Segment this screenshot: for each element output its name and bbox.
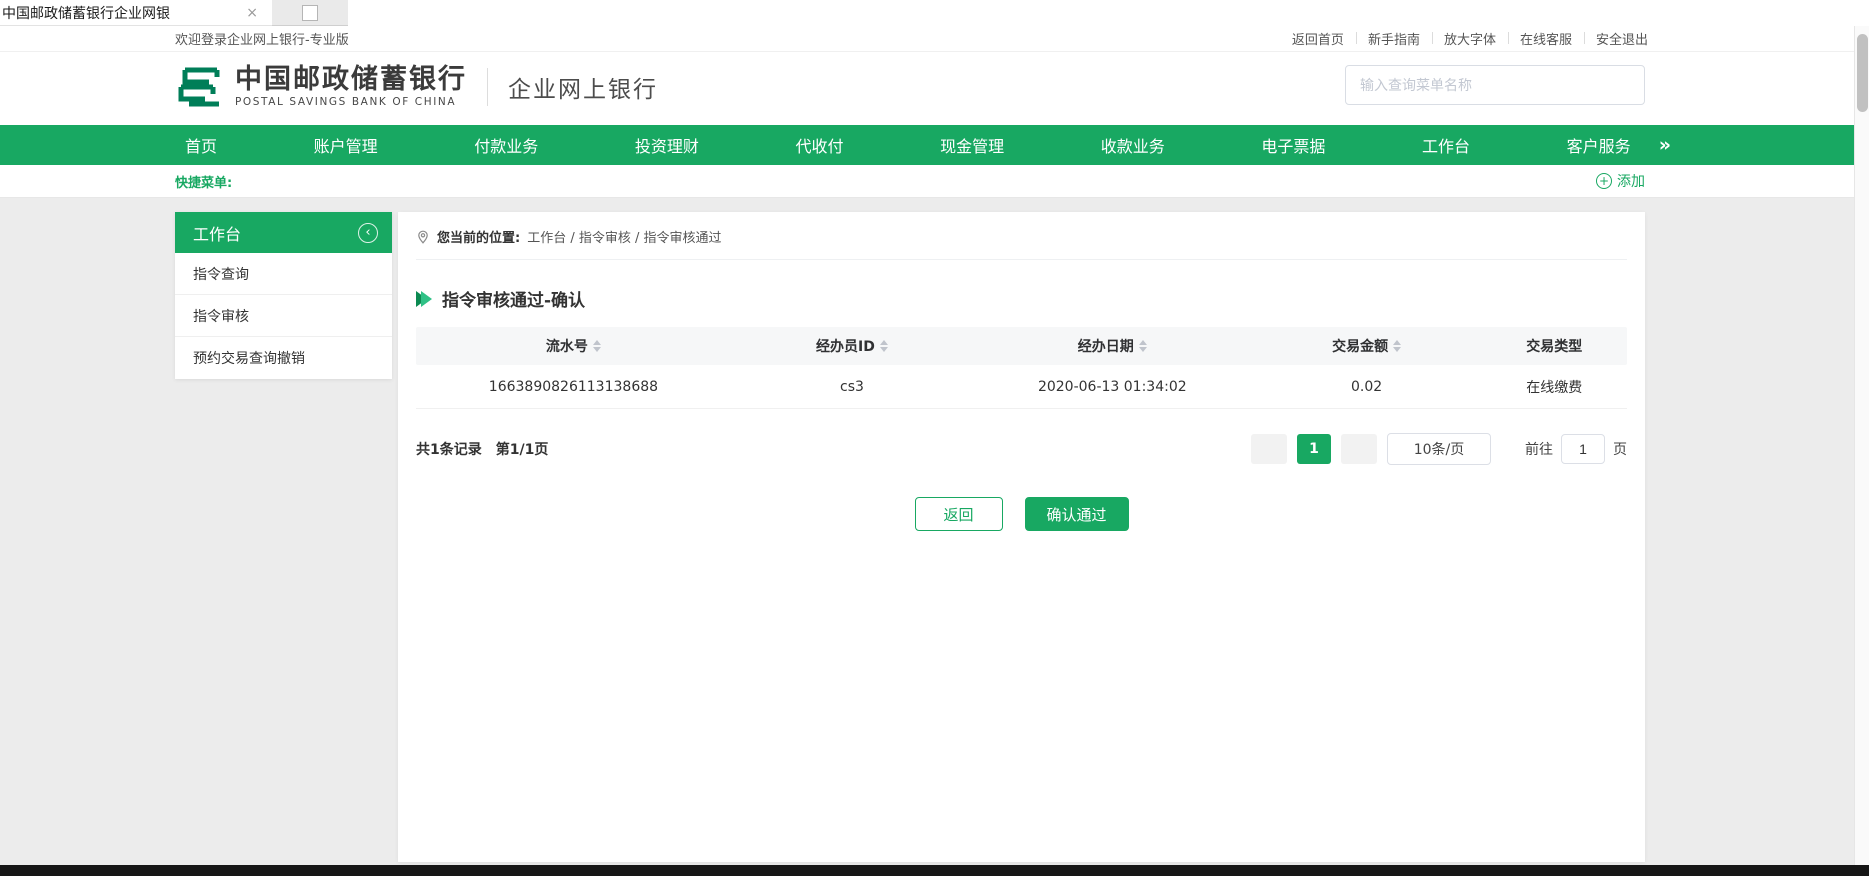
col-operator-id[interactable]: 经办员ID: [731, 336, 973, 356]
col-operate-date[interactable]: 经办日期: [973, 336, 1252, 356]
menu-search-input[interactable]: [1345, 65, 1645, 105]
nav-items: 首页 账户管理 付款业务 投资理财 代收付 现金管理 收款业务 电子票据 工作台…: [185, 133, 1631, 157]
sidebar-header-workbench[interactable]: 工作台 ‹: [175, 212, 392, 253]
page-size-select[interactable]: 10条/页: [1387, 433, 1491, 465]
nav-cash-management[interactable]: 现金管理: [940, 133, 1004, 157]
close-icon[interactable]: ×: [242, 5, 262, 21]
quick-menu-bar: 快捷菜单: + 添加: [0, 165, 1869, 198]
app-window: 中国邮政储蓄银行企业网银 × 欢迎登录企业网上银行-专业版 返回首页 新手指南 …: [0, 0, 1869, 876]
browser-tab[interactable]: 中国邮政储蓄银行企业网银 ×: [0, 0, 272, 26]
sidebar-item-instruction-review[interactable]: 指令审核: [175, 295, 392, 337]
nav-customer-service[interactable]: 客户服务: [1567, 133, 1631, 157]
sidebar-item-instruction-query[interactable]: 指令查询: [175, 253, 392, 295]
nav-payment-business[interactable]: 付款业务: [474, 133, 538, 157]
sort-icon[interactable]: [593, 340, 601, 352]
link-enlarge-font[interactable]: 放大字体: [1432, 29, 1508, 48]
sort-icon[interactable]: [880, 340, 888, 352]
breadcrumb: 您当前的位置: 工作台 / 指令审核 / 指令审核通过: [416, 212, 1627, 260]
nav-workbench[interactable]: 工作台: [1422, 133, 1470, 157]
prev-page-button[interactable]: [1251, 434, 1287, 464]
bank-names: 中国邮政储蓄银行 POSTAL SAVINGS BANK OF CHINA: [235, 66, 467, 108]
main-nav: 首页 账户管理 付款业务 投资理财 代收付 现金管理 收款业务 电子票据 工作台…: [0, 125, 1869, 165]
brand-divider: [487, 68, 488, 106]
link-online-service[interactable]: 在线客服: [1508, 29, 1584, 48]
table-row[interactable]: 1663890826113138688 cs3 2020-06-13 01:34…: [416, 365, 1627, 409]
record-count: 共1条记录: [416, 439, 482, 459]
link-beginner-guide[interactable]: 新手指南: [1356, 29, 1432, 48]
back-button[interactable]: 返回: [915, 497, 1003, 531]
page-number-current[interactable]: 1: [1297, 434, 1331, 464]
double-triangle-icon: [416, 291, 432, 307]
brand: 中国邮政储蓄银行 POSTAL SAVINGS BANK OF CHINA 企业…: [175, 62, 658, 112]
collapse-circle-icon[interactable]: ‹: [358, 223, 378, 243]
nav-investment[interactable]: 投资理财: [635, 133, 699, 157]
pagination: 1 10条/页 前往 页: [1251, 433, 1627, 465]
cell-transaction-amount: 0.02: [1252, 379, 1482, 395]
nav-collection-payment[interactable]: 代收付: [796, 133, 844, 157]
nav-account-management[interactable]: 账户管理: [314, 133, 378, 157]
nav-receivables[interactable]: 收款业务: [1101, 133, 1165, 157]
location-icon: [416, 230, 430, 244]
goto-page-input[interactable]: [1561, 434, 1605, 464]
nav-e-bill[interactable]: 电子票据: [1261, 133, 1325, 157]
sidebar-item-reserved-trade-query-cancel[interactable]: 预约交易查询撤销: [175, 337, 392, 379]
content-panel: 您当前的位置: 工作台 / 指令审核 / 指令审核通过 指令审核通过-确认 流水…: [398, 212, 1645, 862]
main-area: 工作台 ‹ 指令查询 指令审核 预约交易查询撤销 您当前的位置: 工作台 / 指…: [0, 198, 1869, 865]
record-summary: 共1条记录 第1/1页: [416, 439, 548, 459]
bank-name-en: POSTAL SAVINGS BANK OF CHINA: [235, 96, 467, 108]
link-safe-logout[interactable]: 安全退出: [1584, 29, 1660, 48]
quick-menu-add-label: 添加: [1617, 171, 1645, 191]
sidebar: 工作台 ‹ 指令查询 指令审核 预约交易查询撤销: [175, 212, 392, 379]
new-tab-icon[interactable]: [302, 5, 318, 21]
link-return-home[interactable]: 返回首页: [1280, 29, 1356, 48]
breadcrumb-prefix: 您当前的位置:: [437, 227, 520, 246]
instruction-table: 流水号 经办员ID 经办日期 交易金额: [416, 327, 1627, 409]
goto-label: 前往: [1525, 439, 1553, 459]
utility-links: 返回首页 新手指南 放大字体 在线客服 安全退出: [1280, 29, 1660, 48]
bottom-bar: [0, 865, 1869, 876]
goto-page: 前往 页: [1525, 434, 1627, 464]
page-header: 中国邮政储蓄银行 POSTAL SAVINGS BANK OF CHINA 企业…: [0, 52, 1869, 125]
page-title: 指令审核通过-确认: [442, 286, 585, 311]
table-header-row: 流水号 经办员ID 经办日期 交易金额: [416, 327, 1627, 365]
table-footer: 共1条记录 第1/1页 1 10条/页 前往 页: [416, 433, 1627, 465]
nav-home[interactable]: 首页: [185, 133, 217, 157]
goto-suffix: 页: [1613, 439, 1627, 459]
cell-operate-date: 2020-06-13 01:34:02: [973, 379, 1252, 395]
action-buttons: 返回 确认通过: [398, 497, 1645, 531]
quick-menu-label: 快捷菜单:: [175, 172, 232, 191]
new-tab-zone: [272, 0, 348, 26]
cell-transaction-type: 在线缴费: [1482, 377, 1627, 397]
utility-bar: 欢迎登录企业网上银行-专业版 返回首页 新手指南 放大字体 在线客服 安全退出: [0, 26, 1869, 52]
bank-logo-icon: [175, 62, 225, 112]
welcome-text: 欢迎登录企业网上银行-专业版: [175, 29, 349, 48]
page-info: 第1/1页: [496, 439, 549, 459]
cell-operator-id: cs3: [731, 379, 973, 395]
next-page-button[interactable]: [1341, 434, 1377, 464]
cell-serial-number: 1663890826113138688: [416, 379, 731, 395]
breadcrumb-path: 工作台 / 指令审核 / 指令审核通过: [527, 227, 721, 246]
col-transaction-amount[interactable]: 交易金额: [1252, 336, 1482, 356]
section-title-row: 指令审核通过-确认: [416, 286, 1627, 311]
confirm-pass-button[interactable]: 确认通过: [1025, 497, 1129, 531]
bank-name-cn: 中国邮政储蓄银行: [235, 66, 467, 94]
scrollbar-thumb[interactable]: [1857, 34, 1868, 112]
browser-tab-title: 中国邮政储蓄银行企业网银: [2, 3, 170, 23]
vertical-scrollbar[interactable]: [1854, 26, 1869, 865]
add-circle-icon: +: [1596, 173, 1612, 189]
browser-tabbar: 中国邮政储蓄银行企业网银 ×: [0, 0, 1869, 26]
chevron-double-right-icon[interactable]: »: [1659, 134, 1669, 156]
sidebar-title: 工作台: [193, 221, 241, 245]
product-name: 企业网上银行: [508, 70, 658, 104]
col-serial-number[interactable]: 流水号: [416, 336, 731, 356]
col-transaction-type: 交易类型: [1482, 336, 1627, 356]
quick-menu-add-button[interactable]: + 添加: [1596, 171, 1645, 191]
sort-icon[interactable]: [1139, 340, 1147, 352]
sort-icon[interactable]: [1393, 340, 1401, 352]
